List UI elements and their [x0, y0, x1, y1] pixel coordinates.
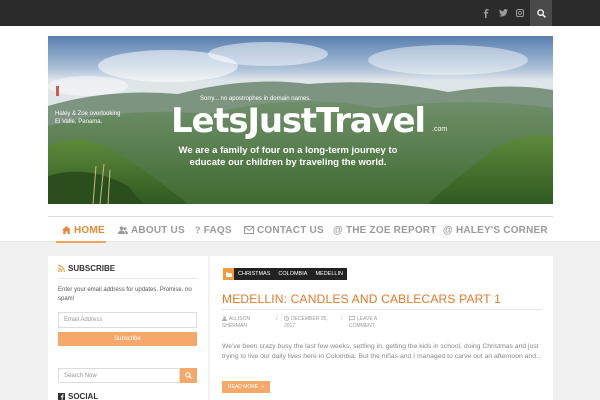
nav-item-label: ABOUT US — [131, 224, 185, 236]
date-line1: DECEMBER 25, — [291, 316, 328, 322]
nav-item-label: CONTACT US — [257, 224, 324, 236]
tag-medellin[interactable]: MEDELLIN — [311, 268, 347, 280]
comment-line1: LEAVE A — [357, 316, 378, 322]
author-line1: ALLISON — [229, 316, 251, 322]
social-widget-title: SOCIAL — [58, 392, 98, 400]
banner-subtitle: We are a family of four on a long-term j… — [168, 145, 408, 169]
post-excerpt: We've been crazy busy the last few weeks… — [222, 343, 542, 360]
search-icon — [185, 372, 192, 379]
post-divider — [222, 309, 542, 310]
meta-separator: / — [341, 316, 343, 322]
meta-separator: / — [276, 316, 278, 322]
banner-subtitle-line1: We are a family of four on a long-term j… — [178, 145, 398, 156]
nav-item-faqs[interactable]: ? FAQS — [195, 219, 232, 241]
instagram-icon[interactable] — [512, 0, 528, 26]
header-banner[interactable]: Sorry... no apostrophes in domain names.… — [48, 36, 553, 204]
tag-colombia[interactable]: COLOMBIA — [274, 268, 311, 280]
chevron-right-icon: » — [261, 384, 265, 390]
nav-item-home[interactable]: HOME — [62, 219, 105, 241]
site-title[interactable]: LetsJustTravel — [171, 101, 426, 141]
search-input[interactable]: Search Now — [58, 368, 180, 383]
facebook-icon[interactable] — [478, 0, 494, 26]
subscribe-widget-title: SUBSCRIBE — [58, 264, 115, 273]
read-more-label: READ MORE — [227, 384, 259, 390]
nav-item-label: HOME — [74, 224, 105, 236]
nav-item-label: THE ZOE REPORT — [345, 224, 437, 236]
read-more-button[interactable]: READ MORE » — [222, 381, 270, 393]
post-tags: CHRISTMAS COLOMBIA MEDELLIN — [223, 268, 347, 280]
envelope-icon — [244, 226, 254, 234]
search-submit-button[interactable] — [180, 368, 197, 383]
nav-item-about-us[interactable]: ABOUT US — [118, 219, 185, 241]
nav-active-indicator — [56, 241, 106, 243]
question-icon: ? — [195, 225, 201, 235]
subscribe-button[interactable]: Subscribe — [58, 332, 197, 346]
email-field[interactable]: Email Address — [58, 312, 197, 328]
at-icon: @ — [443, 224, 453, 236]
nav-item-label: FAQS — [203, 224, 232, 236]
banner-subtitle-line2: educate our children by traveling the wo… — [189, 157, 387, 168]
banner-caption: Haley & Zoe overlooking El Valle, Panama… — [55, 111, 121, 125]
social-title-text: SOCIAL — [68, 392, 99, 400]
post-title[interactable]: MEDELLIN: CANDLES AND CABLECARS PART 1 — [222, 292, 501, 306]
post-author[interactable]: ALLISON SHERMAN — [222, 316, 250, 330]
nav-item-label: HALEY'S CORNER — [455, 224, 548, 236]
site-title-suffix: .com — [432, 126, 448, 133]
sidebar-divider — [58, 278, 198, 279]
users-icon — [118, 226, 128, 234]
search-placeholder: Search Now — [64, 372, 97, 379]
sidebar: SUBSCRIBE Enter your email address for u… — [48, 256, 208, 400]
post-comments-link[interactable]: LEAVE A COMMENT — [349, 316, 377, 330]
tag-christmas[interactable]: CHRISTMAS — [234, 268, 274, 280]
subscribe-description: Enter your email address for updates. Pr… — [58, 287, 192, 302]
rss-icon — [58, 265, 65, 272]
folder-icon — [223, 268, 234, 280]
subscribe-title-text: SUBSCRIBE — [68, 264, 116, 273]
social-links — [478, 0, 529, 26]
nav-item-the-zoe-report[interactable]: @ THE ZOE REPORT — [333, 219, 437, 241]
post-card: CHRISTMAS COLOMBIA MEDELLIN MEDELLIN: CA… — [210, 256, 553, 400]
home-icon — [62, 226, 71, 234]
search-toggle-button[interactable] — [530, 0, 552, 26]
search-icon — [536, 8, 546, 18]
email-placeholder: Email Address — [64, 317, 103, 323]
nav-item-haleys-corner[interactable]: @ HALEY'S CORNER — [443, 219, 548, 241]
comment-line2: COMMENT — [349, 323, 375, 329]
nav-item-contact-us[interactable]: CONTACT US — [244, 219, 324, 241]
date-line2: 2017 — [284, 323, 296, 329]
nav-top-divider — [48, 216, 553, 217]
facebook-square-icon — [58, 393, 65, 400]
at-icon: @ — [333, 224, 343, 236]
author-line2: SHERMAN — [222, 323, 248, 329]
twitter-icon[interactable] — [495, 0, 511, 26]
comment-icon — [349, 316, 355, 321]
user-icon — [222, 316, 227, 321]
post-date: DECEMBER 25, 2017 — [284, 316, 328, 330]
clock-icon — [284, 316, 289, 321]
